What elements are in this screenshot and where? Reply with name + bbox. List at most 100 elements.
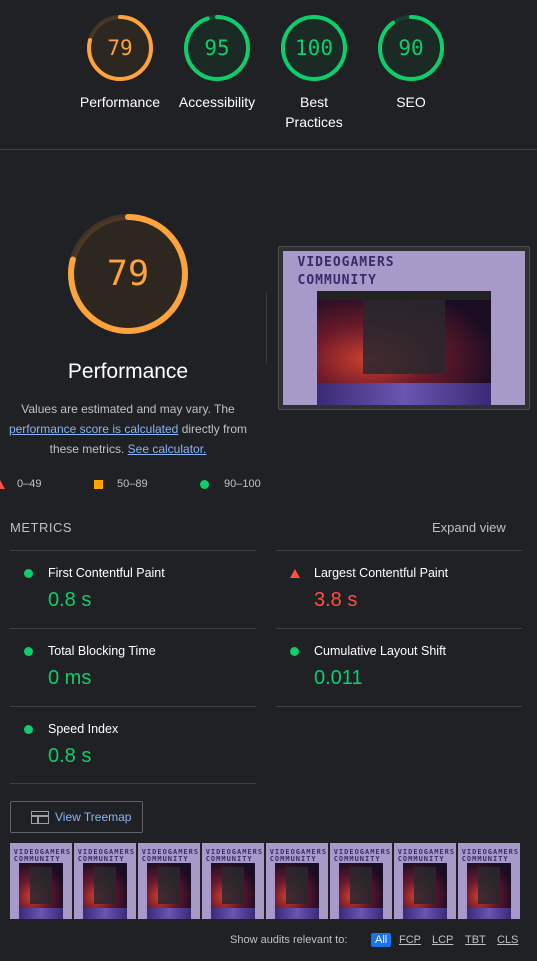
metric-speed-index: Speed Index 0.8 s (10, 706, 256, 784)
frame-image: VIDEOGAMERS COMMUNITY (10, 843, 72, 919)
frame-form (286, 867, 308, 904)
gauge-accessibility[interactable]: 95 Accessibility (162, 14, 272, 112)
metric-tbt: Total Blocking Time 0 ms (10, 628, 256, 706)
pass-circle-icon (290, 647, 299, 656)
performance-score: 79 (106, 254, 150, 294)
divider (10, 783, 256, 784)
filmstrip-frame: VIDEOGAMERS COMMUNITY (138, 843, 202, 919)
gauge-label: Performance (79, 94, 161, 110)
frame-image: VIDEOGAMERS COMMUNITY (202, 843, 264, 919)
frame-image: VIDEOGAMERS COMMUNITY (394, 843, 456, 919)
legend-range: 0–49 (17, 478, 42, 490)
metric-value: 0.8 s (48, 745, 92, 767)
metric-fcp: First Contentful Paint 0.8 s (10, 550, 256, 628)
frame-band (402, 908, 448, 919)
screenshot-band (316, 383, 492, 405)
screenshot-title: VIDEOGAMERS (297, 255, 395, 270)
filter-chip-lcp[interactable]: LCP (432, 934, 453, 946)
screenshot-image: VIDEOGAMERS COMMUNITY (283, 251, 525, 405)
screenshot-form (362, 300, 446, 375)
frame-band (466, 908, 512, 919)
gauge-label: Best Practices (285, 94, 343, 130)
metric-name: First Contentful Paint (48, 566, 165, 580)
view-treemap-button[interactable]: View Treemap (10, 801, 143, 833)
screenshot-nav (316, 291, 492, 301)
audit-filter-label: Show audits relevant to: (230, 934, 348, 946)
filmstrip: VIDEOGAMERS COMMUNITY VIDEOGAMERS COMMUNITY… (10, 843, 522, 919)
frame-band (82, 908, 128, 919)
filmstrip-frame: VIDEOGAMERS COMMUNITY (330, 843, 394, 919)
score-legend: 0–49 50–89 90–100 (0, 478, 270, 492)
gauge-label: SEO (396, 94, 426, 110)
performance-title: Performance (67, 360, 189, 383)
fail-triangle-icon (290, 569, 300, 578)
final-screenshot[interactable]: VIDEOGAMERS COMMUNITY (278, 246, 530, 410)
divider (276, 706, 522, 707)
filmstrip-frame: VIDEOGAMERS COMMUNITY (394, 843, 458, 919)
filter-chip-all[interactable]: All (371, 933, 392, 947)
pass-circle-icon (24, 647, 33, 656)
frame-image: VIDEOGAMERS COMMUNITY (458, 843, 520, 919)
treemap-label: View Treemap (55, 810, 132, 824)
pass-circle-icon (24, 725, 33, 734)
frame-band (210, 908, 256, 919)
gauge-score: 95 (204, 36, 230, 60)
metric-value: 3.8 s (314, 589, 358, 611)
filter-chip-fcp[interactable]: FCP (399, 934, 421, 946)
fail-triangle-icon (0, 480, 5, 489)
filter-chip-tbt[interactable]: TBT (465, 934, 486, 946)
treemap-icon (31, 811, 49, 824)
description-text: Values are estimated and may vary. The (21, 402, 235, 416)
frame-image: VIDEOGAMERS COMMUNITY (138, 843, 200, 919)
metric-lcp: Largest Contentful Paint 3.8 s (276, 550, 522, 628)
frame-band (338, 908, 384, 919)
frame-band (146, 908, 192, 919)
metric-name: Largest Contentful Paint (314, 566, 449, 580)
metrics-heading: METRICS (10, 520, 72, 535)
score-calculated-link[interactable]: performance score is calculated (9, 422, 178, 436)
filter-chip-cls[interactable]: CLS (497, 934, 518, 946)
frame-image: VIDEOGAMERS COMMUNITY (266, 843, 328, 919)
filmstrip-frame: VIDEOGAMERS COMMUNITY (74, 843, 138, 919)
legend-range: 50–89 (117, 478, 148, 490)
performance-gauge-large: 79 (66, 212, 190, 336)
frame-image: VIDEOGAMERS COMMUNITY (330, 843, 392, 919)
divider (266, 293, 267, 363)
filmstrip-frame: VIDEOGAMERS COMMUNITY (266, 843, 330, 919)
frame-form (30, 867, 52, 904)
expand-view-toggle[interactable]: Expand view (432, 520, 506, 535)
gauge-score: 100 (295, 36, 333, 60)
pass-circle-icon (200, 480, 209, 489)
metric-cls: Cumulative Layout Shift 0.011 (276, 628, 522, 706)
metric-value: 0 ms (48, 667, 92, 689)
performance-description: Values are estimated and may vary. The p… (0, 399, 256, 459)
metric-name: Total Blocking Time (48, 644, 156, 658)
gauge-seo[interactable]: 90 SEO (356, 14, 466, 112)
filmstrip-frame: VIDEOGAMERS COMMUNITY (10, 843, 74, 919)
frame-form (414, 867, 436, 904)
average-square-icon (94, 480, 103, 489)
metric-name: Speed Index (48, 722, 119, 736)
frame-form (350, 867, 372, 904)
frame-form (478, 867, 500, 904)
score-gauges: 79 Performance 95 Accessibility 100 Best… (0, 0, 537, 150)
gauge-performance[interactable]: 79 Performance (65, 14, 175, 112)
frame-form (94, 867, 116, 904)
frame-form (158, 867, 180, 904)
frame-image: VIDEOGAMERS COMMUNITY (74, 843, 136, 919)
frame-form (222, 867, 244, 904)
metric-name: Cumulative Layout Shift (314, 644, 447, 658)
pass-circle-icon (24, 569, 33, 578)
metric-value: 0.011 (314, 667, 363, 689)
gauge-score: 79 (107, 36, 133, 60)
gauge-label: Accessibility (178, 94, 256, 110)
frame-band (18, 908, 64, 919)
filmstrip-frame: VIDEOGAMERS COMMUNITY (202, 843, 266, 919)
filmstrip-frame: VIDEOGAMERS COMMUNITY (458, 843, 522, 919)
frame-band (274, 908, 320, 919)
metric-value: 0.8 s (48, 589, 92, 611)
see-calculator-link[interactable]: See calculator. (128, 442, 207, 456)
legend-range: 90–100 (224, 478, 261, 490)
screenshot-title: COMMUNITY (297, 273, 377, 288)
gauge-best-practices[interactable]: 100 Best Practices (259, 14, 369, 132)
